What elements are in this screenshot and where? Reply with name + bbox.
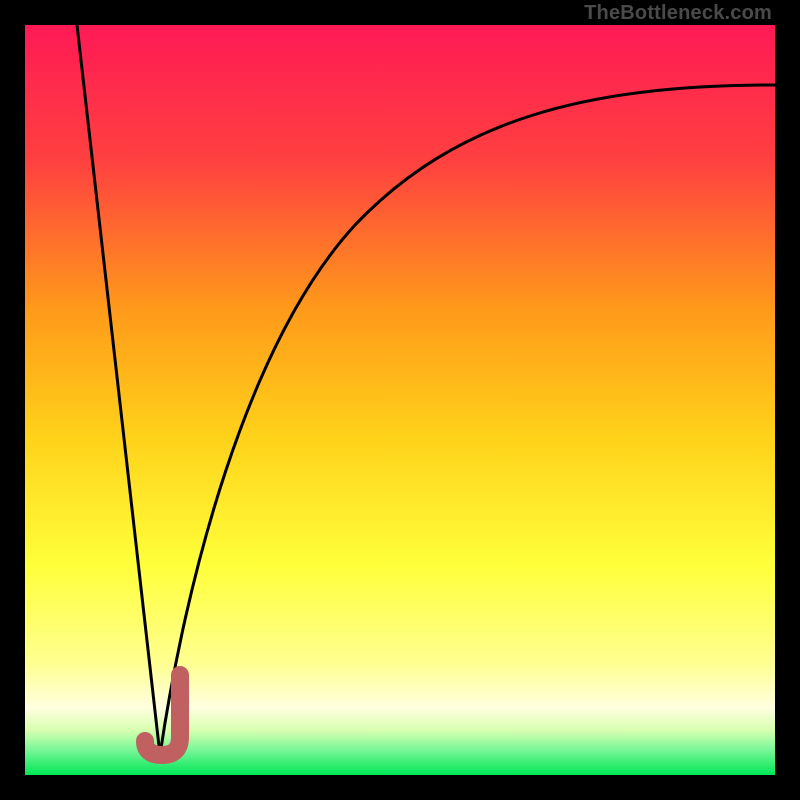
- plot-area: [25, 25, 775, 775]
- curve-left-branch: [77, 25, 160, 755]
- curve-layer: [25, 25, 775, 775]
- curve-right-branch: [160, 85, 775, 755]
- outer-frame: TheBottleneck.com: [0, 0, 800, 800]
- watermark-text: TheBottleneck.com: [584, 2, 772, 25]
